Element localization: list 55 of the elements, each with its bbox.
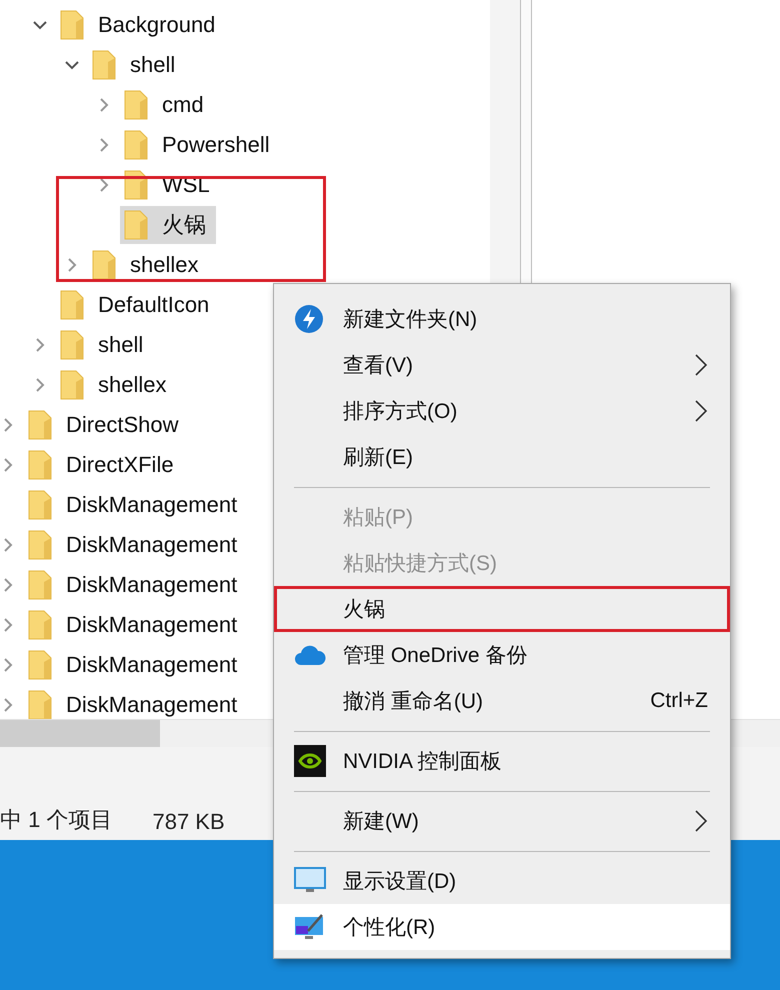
tree-item[interactable]: shell <box>88 46 186 84</box>
tree-item[interactable]: DiskManagement <box>24 646 248 684</box>
scrollbar-thumb[interactable] <box>0 720 160 747</box>
folder-icon <box>60 10 84 40</box>
cloud-icon <box>294 644 326 666</box>
menu-item[interactable]: 新建文件夹(N) <box>274 296 730 342</box>
folder-icon <box>92 250 116 280</box>
menu-item[interactable]: NVIDIA 控制面板 <box>274 738 730 784</box>
tree-item[interactable]: DirectShow <box>24 406 188 444</box>
tree-item[interactable]: DefaultIcon <box>56 286 220 324</box>
tree-item[interactable]: DirectXFile <box>24 446 184 484</box>
tree-item[interactable]: shellex <box>56 366 176 404</box>
folder-icon <box>28 570 52 600</box>
tree-item[interactable]: Powershell <box>120 126 280 164</box>
tree-item[interactable]: DiskManagement <box>24 526 248 564</box>
folder-icon <box>60 290 84 320</box>
folder-icon <box>124 130 148 160</box>
menu-item[interactable]: 新建(W) <box>274 798 730 844</box>
menu-item[interactable]: 撤消 重命名(U) Ctrl+Z <box>274 678 730 724</box>
tree-item[interactable]: Background <box>56 6 226 44</box>
tree-item[interactable]: cmd <box>120 86 214 124</box>
menu-item[interactable]: 管理 OneDrive 备份 <box>274 632 730 678</box>
lightning-icon <box>294 304 324 334</box>
folder-icon <box>124 90 148 120</box>
tree-item[interactable]: shellex <box>88 246 208 284</box>
nvidia-icon <box>294 745 326 777</box>
tree-item[interactable]: shell <box>56 326 154 364</box>
menu-item[interactable]: 显示设置(D) <box>274 858 730 904</box>
folder-icon <box>28 410 52 440</box>
menu-item[interactable]: 刷新(E) <box>274 434 730 480</box>
folder-icon <box>28 650 52 680</box>
monitor-brush-icon <box>294 913 326 941</box>
menu-item[interactable]: 个性化(R) <box>274 904 730 950</box>
tree-item[interactable]: DiskManagement <box>24 606 248 644</box>
tree-item[interactable]: DiskManagement <box>24 566 248 604</box>
folder-icon <box>124 210 148 240</box>
folder-icon <box>124 170 148 200</box>
folder-icon <box>28 610 52 640</box>
tree-item[interactable]: DiskManagement <box>24 686 248 719</box>
menu-item[interactable]: 查看(V) <box>274 342 730 388</box>
folder-icon <box>28 690 52 719</box>
folder-icon <box>28 490 52 520</box>
folder-icon <box>28 450 52 480</box>
shortcut-label: Ctrl+Z <box>650 689 708 713</box>
folder-icon <box>28 530 52 560</box>
monitor-icon <box>294 867 326 895</box>
menu-item[interactable]: 排序方式(O) <box>274 388 730 434</box>
folder-icon <box>60 370 84 400</box>
tree-item[interactable]: DiskManagement <box>24 486 248 524</box>
status-text: 中 1 个项目 <box>0 806 112 834</box>
tree-item[interactable]: 火锅 <box>120 206 216 244</box>
status-text: 787 KB <box>152 809 225 835</box>
folder-icon <box>60 330 84 360</box>
menu-item[interactable]: 火锅 <box>274 586 730 632</box>
folder-icon <box>92 50 116 80</box>
